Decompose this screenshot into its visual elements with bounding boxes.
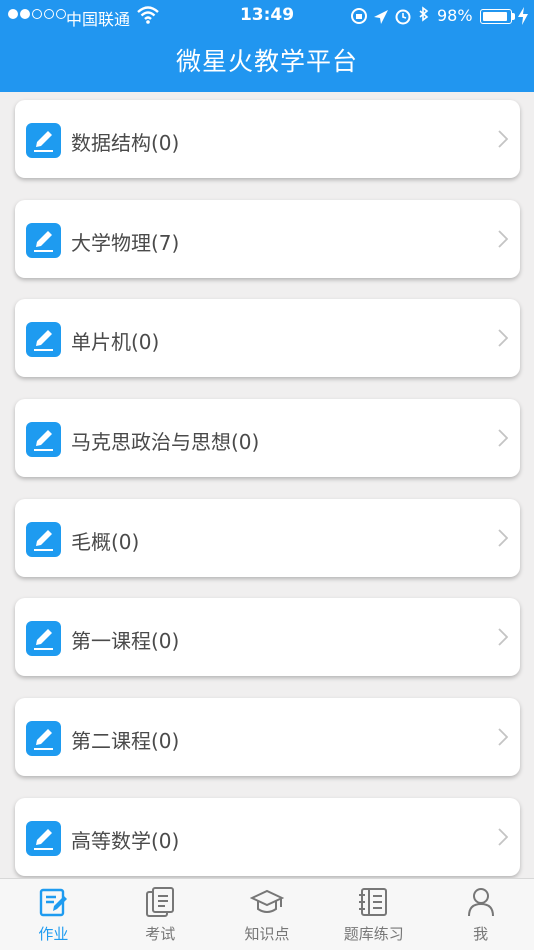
course-label: 单片机(0) bbox=[71, 330, 160, 355]
course-label: 数据结构(0) bbox=[71, 131, 180, 155]
page-title: 微星火教学平台 bbox=[175, 47, 358, 76]
course-label: 第一课程(0) bbox=[71, 629, 180, 654]
question-bank-icon bbox=[358, 888, 387, 916]
course-label: 高等数学(0) bbox=[71, 828, 180, 853]
course-item[interactable]: 高等数学(0) bbox=[15, 797, 520, 876]
graduation-cap-icon bbox=[249, 889, 284, 913]
rotation-lock-icon bbox=[351, 8, 367, 24]
tab-label: 我 bbox=[473, 925, 489, 943]
exam-icon bbox=[146, 887, 175, 917]
edit-pencil-icon bbox=[26, 422, 61, 458]
edit-pencil-icon bbox=[26, 721, 61, 757]
chevron-right-icon bbox=[498, 130, 508, 148]
homework-icon bbox=[40, 888, 68, 917]
edit-pencil-icon bbox=[26, 621, 61, 657]
chevron-right-icon bbox=[498, 728, 508, 746]
chevron-right-icon bbox=[498, 828, 508, 846]
tab-question-bank[interactable]: 题库练习 bbox=[320, 879, 427, 950]
tab-me[interactable]: 我 bbox=[427, 879, 534, 950]
chevron-right-icon bbox=[498, 429, 508, 447]
tab-label: 考试 bbox=[145, 925, 176, 943]
edit-pencil-icon bbox=[26, 222, 61, 258]
tab-exam[interactable]: 考试 bbox=[107, 879, 214, 950]
tab-label: 作业 bbox=[38, 925, 69, 943]
app-header: 中国联通 13:49 98% 微星火教学平台 bbox=[0, 0, 534, 92]
chevron-right-icon bbox=[498, 230, 508, 248]
tab-homework[interactable]: 作业 bbox=[0, 879, 107, 950]
charging-bolt-icon bbox=[518, 7, 528, 25]
alarm-icon bbox=[395, 9, 411, 25]
edit-pencil-icon bbox=[26, 123, 61, 158]
course-label: 大学物理(7) bbox=[71, 230, 180, 255]
course-label: 马克思政治与思想(0) bbox=[71, 430, 260, 455]
tab-label: 知识点 bbox=[244, 925, 290, 943]
course-item[interactable]: 单片机(0) bbox=[15, 299, 520, 378]
chevron-right-icon bbox=[498, 329, 508, 348]
course-item[interactable]: 毛概(0) bbox=[15, 498, 520, 577]
tab-label: 题库练习 bbox=[343, 925, 404, 943]
chevron-right-icon bbox=[498, 628, 508, 647]
tab-knowledge[interactable]: 知识点 bbox=[214, 879, 321, 950]
course-list: 数据结构(0) 大学物理(7) 单片机(0) 马克思政治与思想(0) 毛概(0) bbox=[15, 100, 520, 898]
chevron-right-icon bbox=[498, 529, 508, 547]
edit-pencil-icon bbox=[26, 521, 61, 557]
battery-icon bbox=[480, 9, 512, 24]
course-item[interactable]: 第二课程(0) bbox=[15, 698, 520, 777]
edit-pencil-icon bbox=[26, 820, 61, 856]
battery-percentage: 98% bbox=[437, 6, 473, 25]
status-icons bbox=[351, 6, 429, 25]
course-item[interactable]: 马克思政治与思想(0) bbox=[15, 399, 520, 478]
course-item[interactable]: 第一课程(0) bbox=[15, 598, 520, 677]
course-label: 第二课程(0) bbox=[71, 729, 180, 754]
course-item[interactable]: 大学物理(7) bbox=[15, 199, 520, 278]
bluetooth-icon bbox=[419, 6, 429, 22]
edit-pencil-icon bbox=[26, 322, 61, 358]
status-bar: 中国联通 13:49 98% bbox=[0, 0, 534, 32]
tab-bar: 作业 考试 知识点 题库练习 我 bbox=[0, 878, 534, 950]
location-icon bbox=[374, 10, 388, 24]
user-icon bbox=[467, 888, 494, 917]
course-label: 毛概(0) bbox=[71, 529, 140, 554]
course-item[interactable]: 数据结构(0) bbox=[15, 100, 520, 178]
